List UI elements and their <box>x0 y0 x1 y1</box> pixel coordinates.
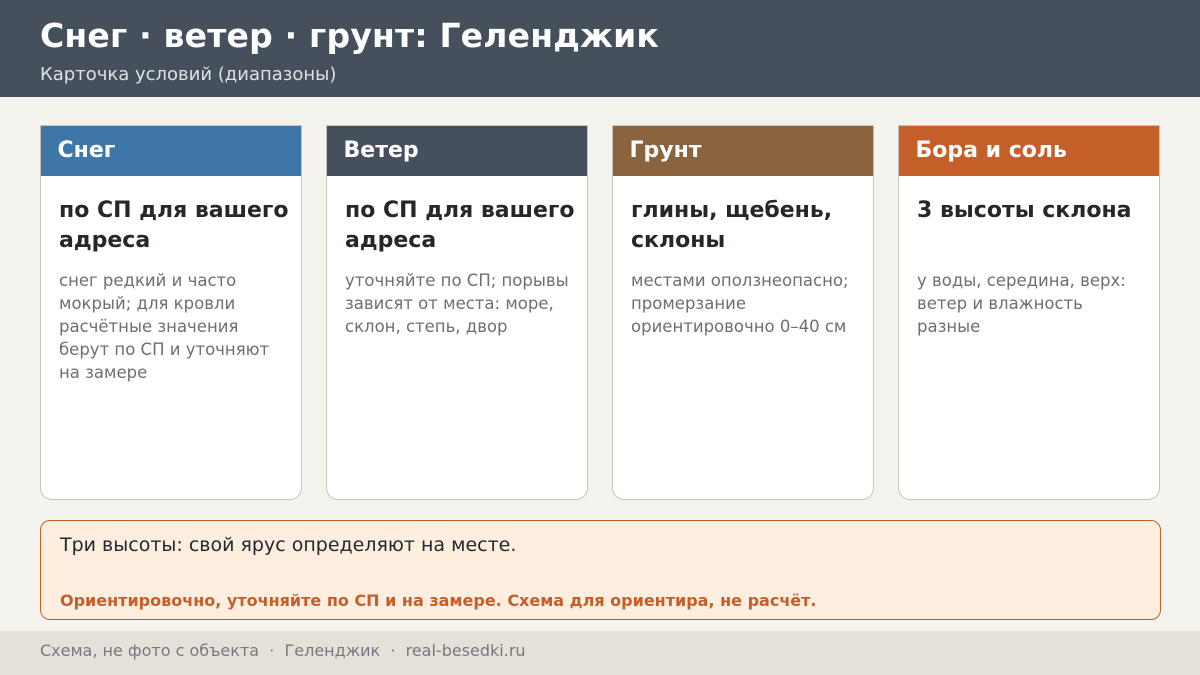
card-snow-note: снег редкий и часто мокрый; для кровли р… <box>59 271 270 382</box>
notice-box: Три высоты: свой ярус определяют на мест… <box>40 520 1161 620</box>
card-wind-value: по СП для вашего адреса <box>345 198 575 253</box>
page-footer: Схема, не фото с объекта · Геленджик · r… <box>0 631 1200 675</box>
card-snow-title: Снег <box>41 126 301 176</box>
card-bora-salt-title: Бора и соль <box>899 126 1159 176</box>
card-wind: Ветер по СП для вашего адреса уточняйте … <box>326 125 588 500</box>
page-subtitle: Карточка условий (диапазоны) <box>40 64 337 85</box>
card-bora-salt-value: 3 высоты склона <box>917 198 1132 223</box>
card-soil: Грунт глины, щебень, склоны местами опол… <box>612 125 874 500</box>
page-title: Снег · ветер · грунт: Геленджик <box>40 16 660 55</box>
card-wind-note: уточняйте по СП; порывы зависят от места… <box>345 271 569 336</box>
notice-warning-text: Ориентировочно, уточняйте по СП и на зам… <box>60 591 817 610</box>
notice-main-text: Три высоты: свой ярус определяют на мест… <box>60 534 517 556</box>
card-snow: Снег по СП для вашего адреса снег редкий… <box>40 125 302 500</box>
card-bora-salt: Бора и соль 3 высоты склона у воды, сере… <box>898 125 1160 500</box>
card-soil-note: местами оползнеопасно; промерзание ориен… <box>631 271 849 336</box>
page-header: Снег · ветер · грунт: Геленджик Карточка… <box>0 0 1200 97</box>
card-snow-value: по СП для вашего адреса <box>59 198 289 253</box>
card-bora-salt-note: у воды, середина, верх: ветер и влажност… <box>917 271 1126 336</box>
footer-text: Схема, не фото с объекта · Геленджик · r… <box>40 641 526 660</box>
card-soil-title: Грунт <box>613 126 873 176</box>
card-soil-value: глины, щебень, склоны <box>631 198 833 253</box>
card-wind-title: Ветер <box>327 126 587 176</box>
